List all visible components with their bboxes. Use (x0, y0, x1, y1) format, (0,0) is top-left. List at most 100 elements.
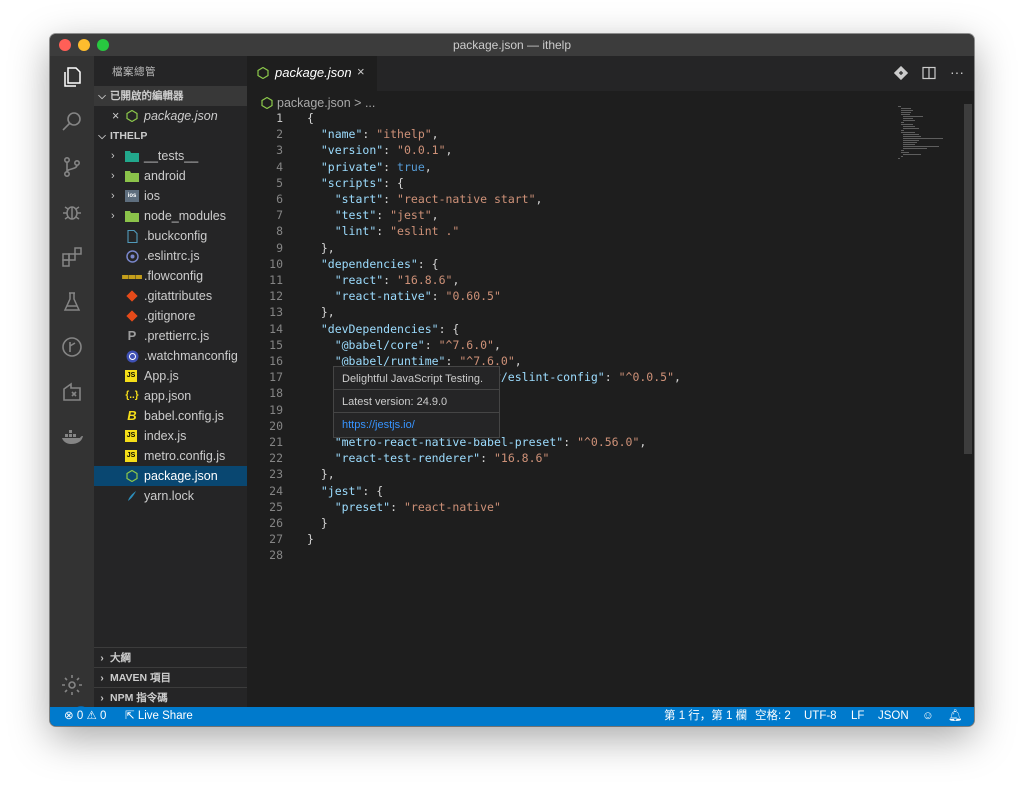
git-compare-icon[interactable] (893, 65, 909, 85)
extensions-icon[interactable] (60, 245, 84, 269)
line-number: 3 (276, 143, 283, 157)
error-count: 0 (76, 710, 84, 722)
problems-status[interactable]: ⊗ 0 ⚠ 0 (64, 707, 106, 726)
line-number: 2 (276, 127, 283, 141)
editor-group: package.json × ··· package.json > ... 1 {… (247, 56, 974, 707)
tree-file-package-json[interactable]: package.json (94, 466, 247, 486)
chevron-right-icon: › (111, 190, 115, 202)
code-line: }, (307, 467, 335, 481)
file-icon (125, 229, 139, 243)
docker-icon[interactable] (60, 425, 84, 449)
tree-file-eslintrc[interactable]: .eslintrc.js (94, 246, 247, 266)
source-control-icon[interactable] (60, 155, 84, 179)
search-icon[interactable] (60, 110, 84, 134)
activity-bar: 1 (50, 56, 94, 720)
open-editors-header[interactable]: ⌵ 已開啟的編輯器 (94, 86, 247, 106)
indentation-status[interactable]: 空格: 2 (755, 707, 791, 726)
tree-file-app-js[interactable]: JS App.js (94, 366, 247, 386)
node-icon (125, 109, 139, 123)
outline-section-header[interactable]: › 大綱 (94, 647, 247, 668)
line-number: 18 (269, 386, 283, 400)
tree-file-babel-config[interactable]: B babel.config.js (94, 406, 247, 426)
tree-file-flowconfig[interactable]: ⩶ .flowconfig (94, 266, 247, 286)
hover-divider (334, 412, 499, 413)
hover-link[interactable]: https://jestjs.io/ (342, 419, 415, 431)
encoding-status[interactable]: UTF-8 (804, 707, 837, 726)
hover-tooltip: Delightful JavaScript Testing. Latest ve… (333, 366, 500, 438)
code-line: "@babel/core": "^7.6.0", (334, 338, 501, 352)
code-line: "name": "ithelp", (320, 127, 439, 141)
files-icon[interactable] (60, 65, 84, 89)
npm-scripts-section-header[interactable]: › NPM 指令碼 (94, 687, 247, 708)
line-number: 17 (269, 370, 283, 384)
line-number: 25 (269, 500, 283, 514)
code-line: }, (307, 305, 335, 319)
breadcrumb-more[interactable]: ... (365, 96, 375, 110)
tree-file-metro-config[interactable]: JS metro.config.js (94, 446, 247, 466)
more-actions-icon[interactable]: ··· (950, 64, 964, 80)
folder-ios-icon: ios (125, 190, 139, 202)
test-flask-icon[interactable] (60, 290, 84, 314)
editor-scrollbar[interactable] (964, 104, 972, 454)
js-icon: JS (125, 430, 137, 442)
eol-status[interactable]: LF (851, 707, 864, 726)
tree-file-watchmanconfig[interactable]: .watchmanconfig (94, 346, 247, 366)
gitlens-icon[interactable] (60, 335, 84, 359)
live-share-icon[interactable] (60, 380, 84, 404)
tree-file-prettierrc[interactable]: P .prettierrc.js (94, 326, 247, 346)
tree-file-index-js[interactable]: JS index.js (94, 426, 247, 446)
tree-folder-node-modules[interactable]: › node_modules (94, 206, 247, 226)
tree-file-gitattributes[interactable]: .gitattributes (94, 286, 247, 306)
code-line: "devDependencies": { (320, 322, 460, 336)
title-bar: package.json — ithelp (50, 34, 974, 56)
hover-description: Delightful JavaScript Testing. (342, 373, 484, 385)
close-icon[interactable]: × (112, 106, 119, 126)
tree-file-buckconfig[interactable]: .buckconfig (94, 226, 247, 246)
open-editor-item[interactable]: × package.json (94, 106, 247, 126)
line-number: 7 (276, 208, 283, 222)
feedback-smiley-icon[interactable]: ☺ (922, 707, 934, 726)
tree-folder-tests[interactable]: › __tests__ (94, 146, 247, 166)
folder-tests-icon (125, 149, 139, 163)
code-line: "jest": { (320, 484, 384, 498)
notifications-bell-icon[interactable]: 🔔︎ (948, 707, 963, 726)
tree-file-app-json[interactable]: {..} app.json (94, 386, 247, 406)
minimap[interactable] (898, 104, 958, 164)
cursor-position[interactable]: 第 1 行，第 1 欄 (664, 707, 747, 726)
node-icon (257, 66, 269, 82)
warning-icon: ⚠ (86, 710, 97, 722)
error-icon: ⊗ (64, 710, 74, 722)
explorer-sidebar: 檔案總管 ⌵ 已開啟的編輯器 × package.json ⌵ ITHELP › _… (94, 56, 247, 707)
hover-version: Latest version: 24.9.0 (342, 396, 448, 408)
eslint-icon (125, 249, 139, 263)
tab-package-json[interactable]: package.json × (247, 56, 377, 91)
line-number: 5 (276, 176, 283, 190)
close-tab-icon[interactable]: × (357, 64, 365, 79)
tree-file-yarn-lock[interactable]: yarn.lock (94, 486, 247, 506)
code-line: "react-test-renderer": "16.8.6" (334, 451, 550, 465)
code-line: "start": "react-native start", (334, 192, 543, 206)
line-number: 28 (269, 548, 283, 562)
hover-divider (334, 389, 499, 390)
live-share-icon: ⇱ (125, 710, 135, 722)
debug-icon[interactable] (60, 200, 84, 224)
yarn-icon (125, 489, 139, 503)
settings-gear-icon[interactable] (60, 673, 84, 697)
tree-folder-android[interactable]: › android (94, 166, 247, 186)
breadcrumb-separator: > (354, 96, 362, 110)
flow-icon: ⩶ (121, 269, 143, 283)
js-icon: JS (125, 450, 137, 462)
project-header[interactable]: ⌵ ITHELP (94, 126, 247, 146)
breadcrumb-file[interactable]: package.json (277, 96, 351, 110)
language-mode[interactable]: JSON (878, 707, 909, 726)
code-line: { (307, 111, 314, 125)
line-number: 22 (269, 451, 283, 465)
live-share-status[interactable]: ⇱ Live Share (125, 707, 193, 726)
chevron-down-icon: ⌵ (98, 131, 106, 142)
split-editor-icon[interactable] (922, 66, 936, 85)
tree-folder-ios[interactable]: › ios ios (94, 186, 247, 206)
babel-icon: B (127, 408, 137, 423)
maven-section-header[interactable]: › MAVEN 項目 (94, 667, 247, 688)
tree-file-gitignore[interactable]: .gitignore (94, 306, 247, 326)
folder-android-icon (125, 169, 139, 183)
